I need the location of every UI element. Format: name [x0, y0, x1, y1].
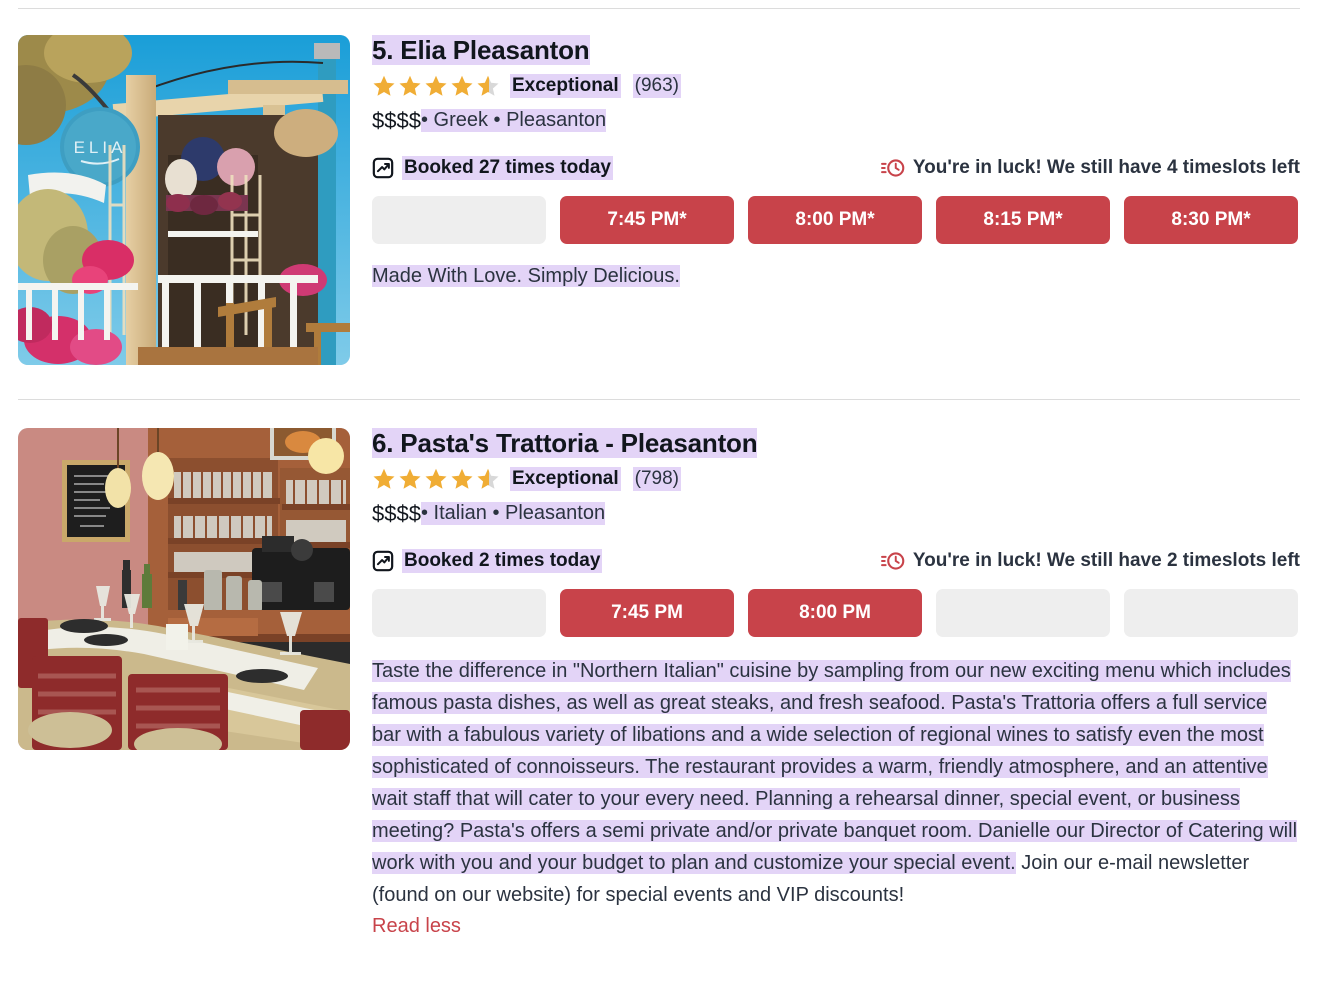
timeslot-button[interactable] — [372, 195, 546, 244]
timeslot-button[interactable]: 8:00 PM — [748, 588, 922, 637]
timeslot-button[interactable]: 8:00 PM* — [748, 195, 922, 244]
trending-up-icon — [372, 157, 394, 178]
star-half-icon — [477, 75, 499, 96]
restaurant-photo[interactable]: ELIA — [18, 35, 350, 365]
listing-details: 6. Pasta's Trattoria - Pleasanton Except… — [372, 428, 1300, 938]
pastas-interior-image — [18, 428, 350, 750]
price-cuisine-row: $$$$ • Greek • Pleasanton — [372, 106, 1300, 136]
timeslot-button[interactable] — [1124, 588, 1298, 637]
timeslots-left-info: You're in luck! We still have 2 timeslot… — [880, 549, 1300, 572]
svg-text:ELIA: ELIA — [74, 138, 127, 157]
rating-label: Exceptional — [510, 73, 621, 98]
timeslot-button[interactable] — [936, 588, 1110, 637]
timeslots-left-info: You're in luck! We still have 4 timeslot… — [880, 156, 1300, 179]
elia-patio-image: ELIA — [18, 35, 350, 365]
restaurant-name[interactable]: 6. Pasta's Trattoria - Pleasanton — [372, 428, 758, 458]
restaurant-tagline: Made With Love. Simply Delicious. — [372, 264, 680, 287]
timeslot-list: 7:45 PM 8:00 PM — [372, 588, 1300, 637]
cuisine-location: • Italian • Pleasanton — [420, 502, 606, 526]
listing-details: 5. Elia Pleasanton Exceptional (963) $$$… — [372, 35, 1300, 291]
timeslots-left-text: You're in luck! We still have 4 timeslot… — [912, 156, 1300, 178]
restaurant-description: Taste the difference in "Northern Italia… — [372, 655, 1300, 911]
price-range: $$$$ — [372, 107, 421, 133]
price-range: $$$$ — [372, 500, 421, 526]
star-icon — [399, 75, 421, 96]
availability-row: Booked 27 times today You're in luck! We… — [372, 154, 1300, 182]
rating-label: Exceptional — [510, 466, 621, 491]
star-icon — [451, 468, 473, 489]
restaurant-tagline-row: Made With Love. Simply Delicious. — [372, 262, 1300, 291]
rating-row: Exceptional (798) — [372, 465, 1300, 493]
timeslot-button[interactable]: 7:45 PM* — [560, 195, 734, 244]
timeslot-button[interactable]: 7:45 PM — [560, 588, 734, 637]
description-highlighted: Taste the difference in "Northern Italia… — [372, 659, 1298, 874]
star-rating — [372, 74, 500, 98]
review-count: (963) — [632, 73, 682, 98]
restaurant-name-row: 5. Elia Pleasanton — [372, 35, 1300, 66]
timeslot-button[interactable]: 8:15 PM* — [936, 195, 1110, 244]
restaurant-photo[interactable] — [18, 428, 350, 750]
clock-icon — [880, 552, 905, 570]
availability-row: Booked 2 times today You're in luck! We … — [372, 547, 1300, 575]
list-divider-middle — [18, 399, 1300, 400]
timeslot-button[interactable]: 8:30 PM* — [1124, 195, 1298, 244]
booked-info: Booked 2 times today — [372, 548, 603, 573]
star-icon — [451, 75, 473, 96]
star-half-icon — [477, 468, 499, 489]
timeslots-left-text: You're in luck! We still have 2 timeslot… — [912, 549, 1300, 571]
star-icon — [373, 75, 395, 96]
star-icon — [373, 468, 395, 489]
star-icon — [425, 468, 447, 489]
star-icon — [399, 468, 421, 489]
restaurant-name-row: 6. Pasta's Trattoria - Pleasanton — [372, 428, 1300, 459]
trending-up-icon — [372, 550, 394, 571]
rating-row: Exceptional (963) — [372, 72, 1300, 100]
cuisine-location: • Greek • Pleasanton — [420, 109, 607, 133]
restaurant-name[interactable]: 5. Elia Pleasanton — [372, 35, 590, 65]
booked-info: Booked 27 times today — [372, 155, 613, 180]
list-divider-top — [18, 8, 1300, 9]
star-rating — [372, 467, 500, 491]
clock-icon — [880, 159, 905, 177]
price-cuisine-row: $$$$ • Italian • Pleasanton — [372, 499, 1300, 529]
booked-count-text: Booked 2 times today — [402, 548, 603, 573]
star-icon — [425, 75, 447, 96]
timeslot-list: 7:45 PM* 8:00 PM* 8:15 PM* 8:30 PM* — [372, 195, 1300, 244]
read-less-link[interactable]: Read less — [372, 915, 461, 938]
timeslot-button[interactable] — [372, 588, 546, 637]
restaurant-results-list: ELIA 5. Elia Pleasanton Exceptional (963… — [0, 0, 1332, 984]
booked-count-text: Booked 27 times today — [402, 155, 613, 180]
review-count: (798) — [632, 466, 682, 491]
